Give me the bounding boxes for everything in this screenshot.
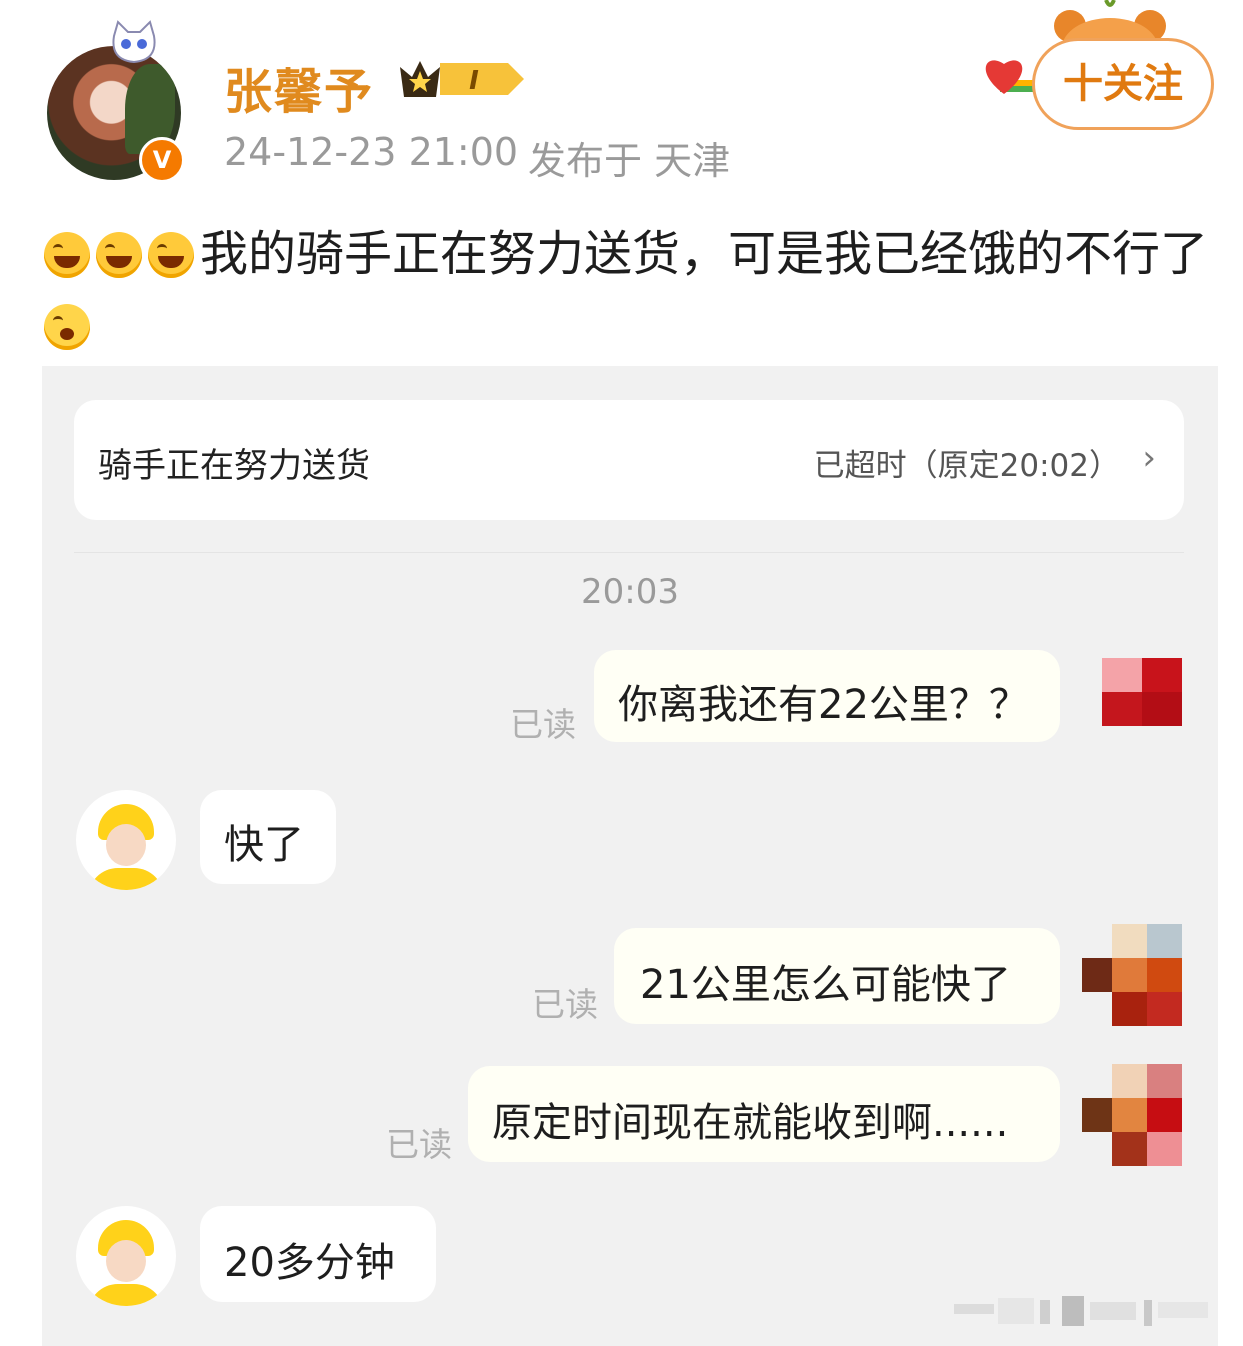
- message-bubble-me: 你离我还有22公里？？: [594, 650, 1060, 742]
- pixelated-avatar: [1082, 924, 1182, 1028]
- rider-avatar-icon[interactable]: [76, 1206, 176, 1306]
- message-bubble-rider: 快了: [200, 790, 336, 884]
- pixelated-avatar: [1082, 1064, 1182, 1168]
- order-timeout: 已超时（原定20:02）: [813, 448, 1120, 484]
- pixelated-avatar: [1102, 658, 1182, 758]
- post-location: 发布于 天津: [528, 139, 731, 183]
- follow-button[interactable]: 十关注: [1032, 38, 1214, 130]
- read-receipt: 已读: [386, 1125, 452, 1164]
- watermark-graphic: [954, 1296, 1208, 1326]
- read-receipt: 已读: [532, 985, 598, 1024]
- laugh-cry-emoji: [96, 232, 142, 278]
- chat-screenshot: 骑手正在努力送货 已超时（原定20:02） › 20:03 已读 你离我还有22…: [42, 366, 1218, 1346]
- chat-timestamp: 20:03: [581, 572, 679, 612]
- post-body: 我的骑手正在努力送货，可是我已经饿的不行了: [200, 226, 1209, 282]
- cat-icon: [112, 20, 156, 64]
- order-status: 骑手正在努力送货: [98, 446, 370, 486]
- laugh-cry-emoji: [44, 232, 90, 278]
- vip-level-icon: I: [400, 61, 524, 97]
- level-text: I: [469, 66, 479, 96]
- message-bubble-me: 原定时间现在就能收到啊......: [468, 1066, 1060, 1162]
- laugh-cry-emoji: [148, 232, 194, 278]
- username[interactable]: 张馨予: [224, 52, 374, 122]
- message-bubble-rider: 20多分钟: [200, 1206, 436, 1302]
- divider: [74, 552, 1184, 553]
- rider-avatar-icon[interactable]: [76, 790, 176, 890]
- order-status-card[interactable]: 骑手正在努力送货 已超时（原定20:02） ›: [74, 400, 1184, 520]
- post-text: 我的骑手正在努力送货，可是我已经饿的不行了: [44, 218, 1219, 362]
- read-receipt: 已读: [510, 705, 576, 744]
- verified-v-icon: V: [139, 137, 185, 183]
- chevron-right-icon[interactable]: ›: [1142, 438, 1156, 478]
- crying-emoji: [44, 304, 90, 350]
- message-bubble-me: 21公里怎么可能快了: [614, 928, 1060, 1024]
- post-time: 24-12-23 21:00: [224, 130, 519, 174]
